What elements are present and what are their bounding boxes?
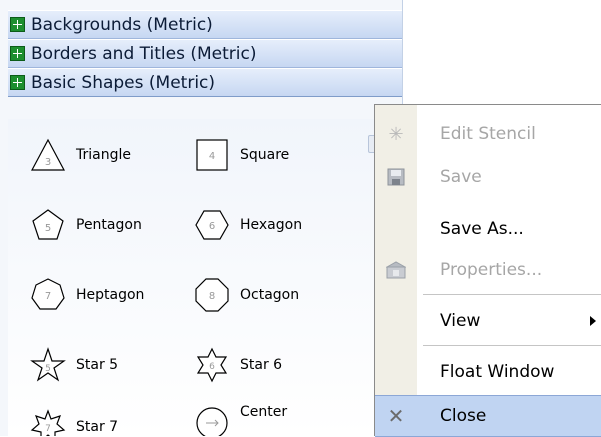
menu-item-label: Edit Stencil [440,124,536,144]
shape-star-5[interactable]: 5 Star 5 [30,347,118,383]
shape-label: Heptagon [76,286,145,303]
shape-center[interactable]: Center [194,403,287,436]
menu-item-view[interactable]: View [375,301,601,341]
shape-label: Star 7 [76,418,119,435]
properties-icon [375,250,417,290]
svg-text:6: 6 [209,362,215,372]
shape-hexagon[interactable]: 6 Hexagon [194,207,302,243]
stencil-header-basic-shapes[interactable]: Basic Shapes (Metric) [8,68,402,97]
shape-triangle[interactable]: 3 Triangle [30,137,131,173]
shape-label: Center [240,404,288,420]
hexagon-shape-icon: 6 [195,210,229,240]
edit-stencil-icon: ✳ [388,123,404,145]
pentagon-shape-icon: 5 [32,209,64,240]
shape-pentagon[interactable]: 5 Pentagon [30,207,142,243]
menu-item-label: Close [440,406,487,426]
octagon-shape-icon: 8 [195,278,229,312]
stencil-icon [10,17,25,32]
shape-star-6[interactable]: 6 Star 6 [194,347,282,383]
svg-text:7: 7 [45,424,51,434]
save-disk-icon [375,157,417,197]
stencil-header-borders-and-titles[interactable]: Borders and Titles (Metric) [8,39,402,68]
stencil-icon [10,75,25,90]
svg-text:6: 6 [209,221,215,232]
shape-label: Star 6 [240,356,283,373]
stencil-context-menu: ✳ Edit Stencil Save Save As... Propertie… [374,104,601,437]
svg-text:5: 5 [45,364,51,374]
shape-label: Star 5 [76,356,119,373]
menu-separator [423,294,601,295]
shape-star-7[interactable]: 7 Star 7 [30,409,118,436]
star6-shape-icon: 6 [196,347,228,383]
star7-shape-icon: 7 [30,409,66,436]
svg-text:4: 4 [209,151,215,162]
shape-octagon[interactable]: 8 Octagon [194,277,299,313]
shape-label: Pentagon [76,216,142,233]
stencil-header-backgrounds[interactable]: Backgrounds (Metric) [8,10,402,39]
shape-label: Triangle [76,146,131,163]
shapes-window: Backgrounds (Metric) Borders and Titles … [0,0,403,436]
shape-label: Square [240,146,290,163]
shape-label: Octagon [240,286,300,303]
stencil-icon [10,46,25,61]
triangle-shape-icon: 3 [31,138,65,171]
stencil-shapes-area: 3 Triangle 4 Square 5 Pentagon 6 Hexagon [8,119,400,436]
menu-item-close[interactable]: ✕ Close [375,395,601,437]
submenu-arrow-icon [590,316,596,326]
center-shape-icon [196,407,228,436]
menu-separator [423,345,601,346]
menu-item-properties[interactable]: Properties... [375,250,601,290]
stencil-title: Borders and Titles (Metric) [31,43,257,64]
close-icon: ✕ [387,404,405,428]
menu-item-label: Float Window [440,362,555,382]
menu-item-edit-stencil[interactable]: ✳ Edit Stencil [375,114,601,154]
shape-square[interactable]: 4 Square [194,137,289,173]
stencil-title: Backgrounds (Metric) [31,14,213,35]
menu-item-label: Save [440,167,482,187]
menu-item-float-window[interactable]: Float Window [375,352,601,392]
square-shape-icon: 4 [196,139,228,171]
star5-shape-icon: 5 [30,347,66,382]
svg-text:5: 5 [45,223,51,234]
menu-item-label: View [440,311,481,331]
menu-item-label: Properties... [440,260,543,280]
svg-text:8: 8 [209,291,215,302]
menu-item-save[interactable]: Save [375,157,601,197]
menu-item-save-as[interactable]: Save As... [375,209,601,249]
menu-item-label: Save As... [440,219,524,239]
heptagon-shape-icon: 7 [31,278,65,310]
svg-text:7: 7 [45,291,51,302]
shape-label: Hexagon [240,216,303,233]
shape-heptagon[interactable]: 7 Heptagon [30,277,144,313]
stencil-title: Basic Shapes (Metric) [31,72,216,93]
svg-text:3: 3 [45,157,51,168]
